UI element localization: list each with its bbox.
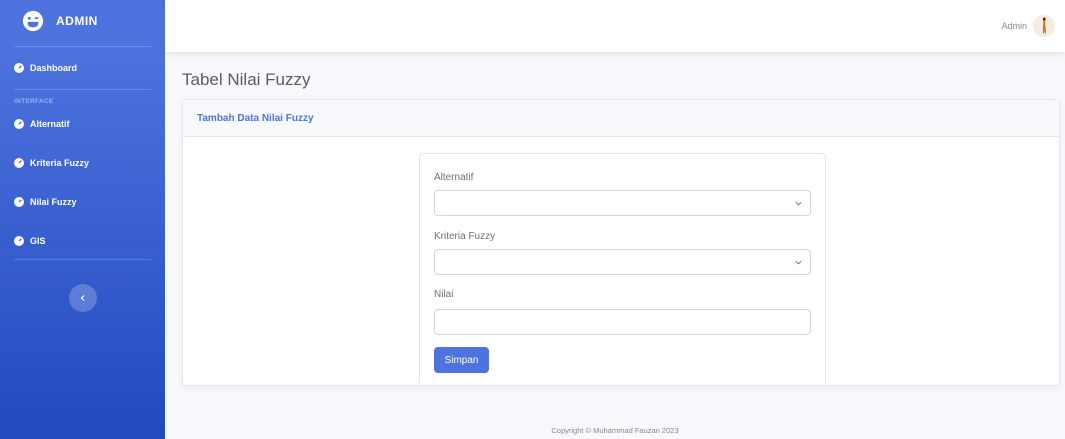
sidebar-item-label: Alternatif — [30, 119, 70, 129]
sidebar-item-kriteria-fuzzy[interactable]: Kriteria Fuzzy — [0, 152, 165, 174]
sidebar-toggle-button[interactable] — [69, 284, 97, 312]
alternatif-label: Alternatif — [434, 172, 474, 183]
sidebar-divider — [14, 259, 151, 260]
tachometer-icon — [14, 63, 24, 73]
tachometer-icon — [14, 158, 24, 168]
topbar: Admin — [165, 0, 1065, 52]
simpan-button[interactable]: Simpan — [434, 347, 489, 373]
sidebar-heading: INTERFACE — [14, 98, 54, 105]
chevron-down-icon — [795, 260, 802, 265]
sidebar-item-label: Kriteria Fuzzy — [30, 158, 90, 168]
sidebar-divider — [14, 46, 151, 47]
kriteria-fuzzy-select[interactable] — [434, 249, 811, 275]
tachometer-icon — [14, 197, 24, 207]
card-header: Tambah Data Nilai Fuzzy — [183, 100, 1059, 137]
laugh-wink-icon — [22, 10, 44, 32]
nilai-fuzzy-form: Alternatif Kriteria Fuzzy Nilai Simpan — [419, 153, 826, 386]
chevron-down-icon — [795, 201, 802, 206]
page-title: Tabel Nilai Fuzzy — [182, 70, 311, 89]
avatar[interactable] — [1033, 15, 1055, 37]
brand-text: ADMIN — [56, 14, 98, 28]
sidebar-item-label: Dashboard — [30, 63, 78, 73]
sidebar-item-gis[interactable]: GIS — [0, 230, 165, 252]
sidebar-item-nilai-fuzzy[interactable]: Nilai Fuzzy — [0, 191, 165, 213]
sidebar-item-dashboard[interactable]: Dashboard — [0, 57, 165, 79]
tachometer-icon — [14, 119, 24, 129]
sidebar-brand[interactable]: ADMIN — [0, 0, 165, 42]
tachometer-icon — [14, 236, 24, 246]
user-avatar-icon — [1033, 15, 1055, 37]
user-name[interactable]: Admin — [1001, 21, 1027, 31]
footer-copyright: Copyright © Muhammad Fauzan 2023 — [551, 426, 679, 435]
sidebar-item-alternatif[interactable]: Alternatif — [0, 113, 165, 135]
chevron-left-icon — [80, 295, 85, 301]
nilai-input[interactable] — [434, 309, 811, 335]
sidebar-item-label: Nilai Fuzzy — [30, 197, 77, 207]
sidebar-divider — [14, 89, 151, 90]
nilai-label: Nilai — [434, 289, 454, 300]
form-card: Tambah Data Nilai Fuzzy Alternatif Krite… — [182, 99, 1060, 386]
sidebar: ADMIN Dashboard INTERFACE Alternatif Kri… — [0, 0, 165, 439]
kriteria-fuzzy-label: Kriteria Fuzzy — [434, 231, 496, 242]
alternatif-select[interactable] — [434, 190, 811, 216]
sidebar-item-label: GIS — [30, 236, 46, 246]
